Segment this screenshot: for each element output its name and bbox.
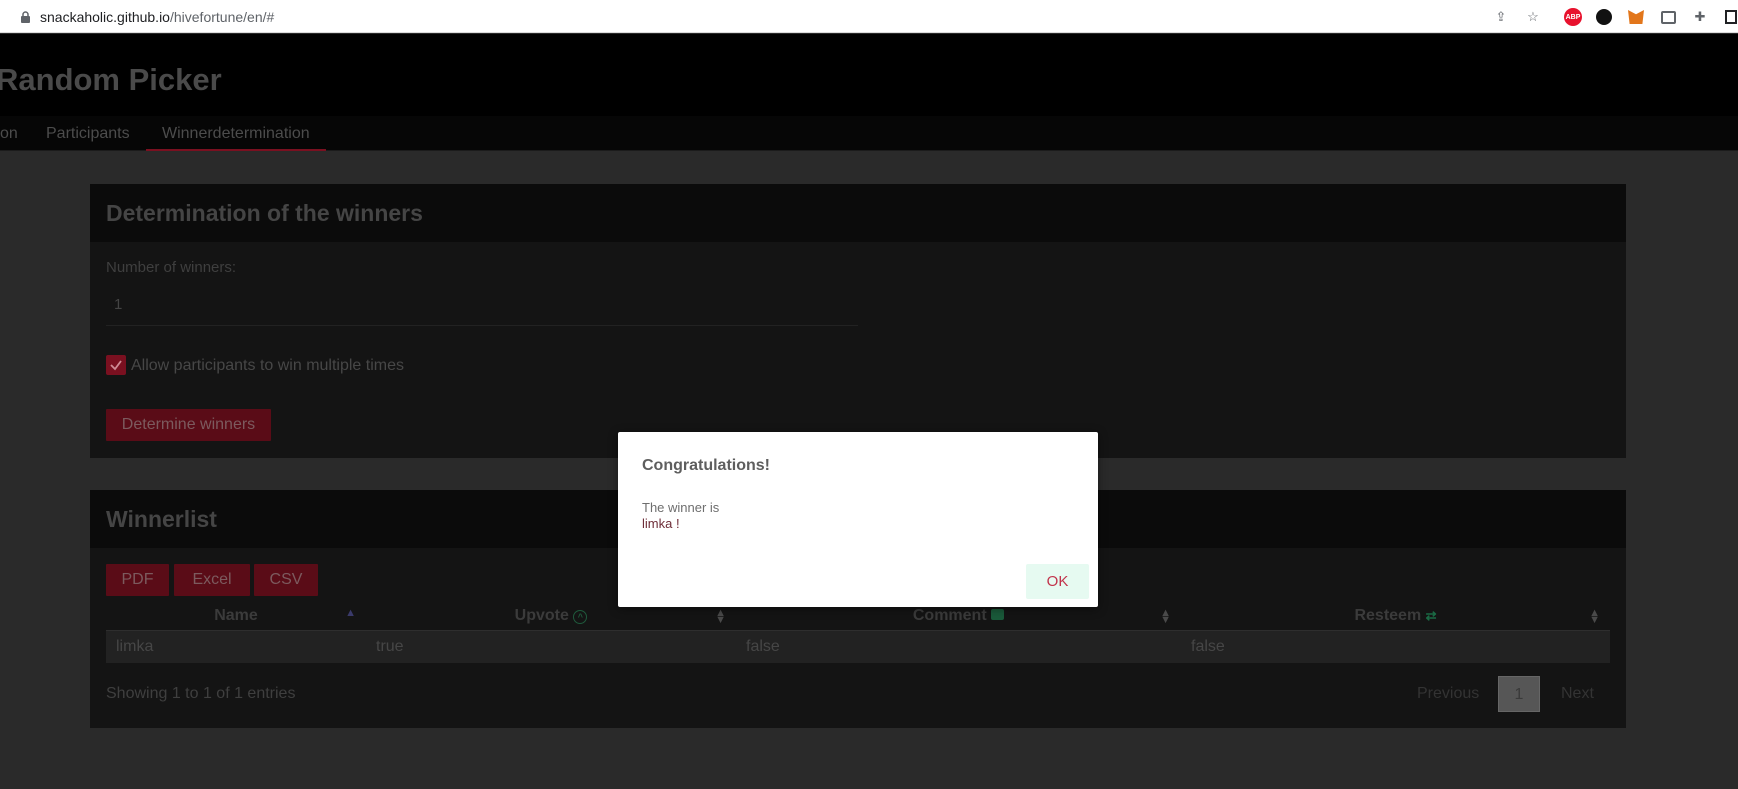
modal-message: The winner is	[642, 500, 720, 515]
extension-icon[interactable]	[1659, 8, 1677, 26]
modal-title: Congratulations!	[642, 457, 770, 474]
url-path: /hivefortune/en/#	[169, 9, 275, 25]
export-excel-button[interactable]: Excel	[174, 564, 250, 596]
determination-panel: Determination of the winners Number of w…	[90, 184, 1626, 458]
pagination-next[interactable]: Next	[1561, 676, 1594, 712]
nav-bar: on Participants Winnerdetermination	[0, 116, 1738, 151]
tab-configuration[interactable]: on	[0, 116, 34, 151]
url-host: snackaholic.github.io	[40, 9, 170, 25]
puzzle-extensions-icon[interactable]: ✚	[1691, 8, 1709, 26]
app-header: Random Picker	[0, 34, 1738, 116]
app-title: Random Picker	[0, 62, 222, 97]
export-csv-button[interactable]: CSV	[254, 564, 318, 596]
export-pdf-button[interactable]: PDF	[106, 564, 169, 596]
table-row: limka true false false	[106, 629, 1610, 663]
pagination-previous[interactable]: Previous	[1417, 676, 1479, 712]
modal-winner-name: limka !	[642, 516, 680, 531]
tab-participants[interactable]: Participants	[30, 116, 146, 151]
column-header-resteem[interactable]: Resteem ⇄ ▲ ▼	[1181, 602, 1610, 630]
sort-asc-icon: ▲	[345, 607, 356, 619]
metamask-fox-icon[interactable]	[1627, 8, 1645, 26]
resteem-icon: ⇄	[1425, 607, 1437, 623]
cell-resteem: false	[1181, 629, 1610, 663]
upvote-icon: ^	[573, 609, 588, 624]
determination-title: Determination of the winners	[90, 184, 1626, 242]
ok-button[interactable]: OK	[1026, 564, 1089, 599]
table-info: Showing 1 to 1 of 1 entries	[106, 685, 296, 702]
winner-table: Name ▲ Upvote ^ ▲ ▼ Comment ▲ ▼ Resteem ⇄ ▲ ▼ …	[106, 602, 1610, 663]
app-page: Random Picker on Participants Winnerdete…	[0, 34, 1738, 789]
sort-both-icon: ▲ ▼	[1589, 607, 1600, 626]
cell-name: limka	[106, 629, 366, 663]
checkmark-icon	[110, 360, 122, 371]
cell-upvote: true	[366, 629, 736, 663]
bookmark-star-icon[interactable]: ☆	[1524, 8, 1542, 26]
sort-both-icon: ▲ ▼	[1160, 607, 1171, 626]
tab-winnerdetermination[interactable]: Winnerdetermination	[146, 116, 326, 151]
winners-count-input[interactable]: 1	[106, 286, 858, 326]
column-header-name[interactable]: Name ▲	[106, 602, 366, 630]
cell-comment: false	[736, 629, 1181, 663]
winner-modal: Congratulations! The winner is limka ! O…	[618, 432, 1098, 607]
sort-both-icon: ▲ ▼	[715, 607, 726, 626]
extension-icon[interactable]	[1595, 8, 1613, 26]
allow-multiple-label: Allow participants to win multiple times	[131, 357, 404, 374]
side-panel-icon[interactable]	[1722, 8, 1738, 26]
winners-count-label: Number of winners:	[106, 259, 237, 276]
adblock-extension-icon[interactable]: ABP	[1564, 8, 1582, 26]
pagination-page-1[interactable]: 1	[1498, 676, 1540, 712]
share-icon[interactable]: ⇪	[1492, 8, 1510, 26]
lock-icon	[21, 11, 30, 23]
address-bar[interactable]: snackaholic.github.io/hivefortune/en/#	[40, 9, 274, 25]
comment-icon	[991, 608, 1005, 620]
allow-multiple-checkbox[interactable]	[106, 355, 126, 375]
determine-winners-button[interactable]: Determine winners	[106, 409, 271, 441]
browser-toolbar: snackaholic.github.io/hivefortune/en/# ⇪…	[0, 0, 1738, 33]
